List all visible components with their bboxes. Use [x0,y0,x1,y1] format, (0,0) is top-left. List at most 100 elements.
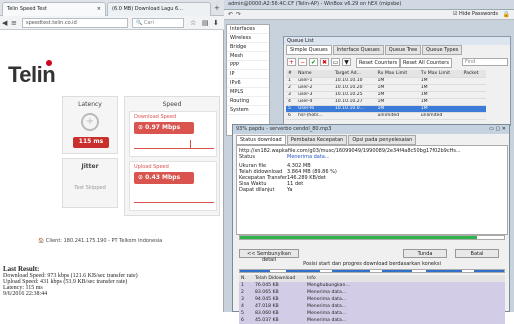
sidebar-item[interactable]: Routing [227,97,269,106]
find-input[interactable]: Find [462,58,508,66]
table-row-selected[interactable]: 5 User-I6 10.10.10.0... 1M 1M [286,105,486,113]
latency-panel: Latency + 115 ms [62,96,118,154]
tab-queue-types[interactable]: Queue Types [422,45,463,55]
upload-label: Upload Speed [134,164,169,170]
queue-list-window: Queue List Simple Queues Interface Queues… [283,36,511,126]
close-icon[interactable]: × [97,6,101,12]
download-value: 0.97 Mbps [145,124,181,131]
table-row[interactable]: 4 47.018 KB Menerima data... [239,303,505,310]
upload-graph: Upload Speed ⊙ 0.43 Mbps [129,161,217,211]
sidebar-item[interactable]: IPv6 [227,79,269,88]
table-row[interactable]: 5 83.060 KB Menerima data... [239,310,505,317]
cell: 3 [239,296,253,303]
table-row[interactable]: 2 user-2 10.10.10.20 1M 1M [286,84,486,92]
sidebar-item[interactable]: Bridge [227,43,269,52]
upload-line [134,202,214,203]
star-icon[interactable]: ☆ [190,18,196,28]
table-row[interactable]: 4 user-4 10.10.10.27 1M 1M [286,98,486,106]
result-title: Last Result: [3,265,40,273]
cell: 10.10.10.25 [332,91,376,99]
download-icon[interactable]: ⬇ [213,18,219,28]
segment [286,270,320,272]
download-spike [190,140,191,148]
browser-window: Telin Speed Test × (6.0 MB) Download Lag… [0,0,224,312]
pause-button[interactable]: Tunda [403,249,447,258]
sidebar-item[interactable]: MPLS [227,88,269,97]
menu-icon[interactable]: ≡ [11,18,17,28]
hide-details-button[interactable]: << Sembunyikan detail [239,249,299,263]
window-controls[interactable]: ▭ ▢ ✕ [489,126,506,132]
comment-icon[interactable]: ▭ [331,58,340,66]
logo-dot [46,60,52,66]
tab-queue-tree[interactable]: Queue Tree [384,45,422,55]
cell: 1 [286,77,297,85]
cancel-button[interactable]: Batal [455,249,499,258]
status-label: Status [239,154,255,160]
sidebar-item[interactable]: System [227,106,269,115]
sidebar-item[interactable]: Wireless [227,34,269,43]
table-row[interactable]: 6 hsr-(hots... unlimited unlimited [286,112,486,120]
sidebar-item[interactable]: Interfaces [227,25,269,34]
tab-speed-limit[interactable]: Pembatas Kecepatan [286,135,348,145]
progress-fill [240,236,478,239]
client-text: Client: 180.241.175.190 - PT Telkom Indo… [45,238,163,244]
tab-download[interactable]: (6.0 MB) Download Lagu 6... [107,2,211,16]
column-header[interactable]: Name [296,70,333,78]
download-value-badge: ⊙ 0.97 Mbps [134,122,194,134]
download-details: http://xn182.wapkafile.com/g03/musc/1609… [236,145,508,235]
undo-icon[interactable]: ↶ [228,10,233,20]
search-input[interactable]: 🔍 Cari [132,18,184,28]
queue-title: Queue List [284,37,510,45]
column-header[interactable]: Packet [461,70,486,78]
cell: 6 [286,112,297,120]
tab-interface-queues[interactable]: Interface Queues [332,45,384,55]
add-icon[interactable]: + [287,58,296,66]
back-icon[interactable]: ◀ [2,18,7,28]
status-value: Menerima data... [287,154,330,160]
column-header[interactable]: # [286,70,297,78]
redo-icon[interactable]: ↷ [236,10,241,20]
cell: user-2 [296,84,333,92]
filter-icon[interactable]: ▼ [342,58,351,66]
table-row[interactable]: 3 94.045 KB Menerima data... [239,296,505,303]
cell: 5 [286,105,297,113]
column-header[interactable]: Telah Didownload [253,275,305,282]
cell: 2 [239,289,253,296]
jitter-value: Test Skipped [74,185,106,191]
column-header[interactable]: Tx Max Limit [418,70,462,78]
segment [474,270,504,272]
tab-simple-queues[interactable]: Simple Queues [286,45,332,55]
table-row[interactable]: 1 76.045 KB Menghubungkan... [239,282,505,289]
hide-passwords-checkbox[interactable]: ☑ Hide Passwords [453,11,498,17]
table-row[interactable]: 6 45.037 KB Menerima data... [239,317,505,324]
cell: Menerima data... [305,303,505,310]
sidebar-item[interactable]: IP [227,70,269,79]
sidebar-item[interactable]: Mesh [227,52,269,61]
tab-telin-speed-test[interactable]: Telin Speed Test × [2,2,106,16]
reset-counters-button[interactable]: Reset Counters [356,58,401,68]
bookmark-icon[interactable]: ▤ [202,18,209,28]
table-row[interactable]: 3 user-3 10.10.10.25 1M 1M [286,91,486,99]
last-result: Last Result: Download Speed: 973 kbps (1… [3,265,221,297]
table-row[interactable]: 1 user-1 10.10.10.10 1M 1M [286,77,486,85]
column-header[interactable]: Info [305,275,505,282]
column-header[interactable]: Target Ad... [332,70,376,78]
new-tab-icon[interactable]: + [214,3,220,13]
table-row[interactable]: 2 83.065 KB Menerima data... [239,289,505,296]
disable-icon[interactable]: ✖ [320,58,329,66]
tab-completion-options[interactable]: Opsi pada penyelesaian [348,135,417,145]
cell: 94.045 KB [253,296,305,303]
cell: 1M [375,77,419,85]
reset-all-counters-button[interactable]: Reset All Counters [400,58,452,68]
cell: 47.018 KB [253,303,305,310]
enable-icon[interactable]: ✔ [309,58,318,66]
queue-tabs: Simple Queues Interface Queues Queue Tree Q… [286,45,463,55]
column-header[interactable]: Rx Max Limit [375,70,419,78]
sidebar-item[interactable]: PPP [227,61,269,70]
remove-icon[interactable]: − [298,58,307,66]
upload-value-badge: ⊙ 0.43 Mbps [134,172,194,184]
url-input[interactable]: speedtest.telin.co.id [22,18,128,28]
column-header[interactable]: N. [239,275,253,282]
tab-status-download[interactable]: Status download [236,135,286,145]
winbox-sidebar: Interfaces Wireless Bridge Mesh PPP IP I… [226,24,270,136]
